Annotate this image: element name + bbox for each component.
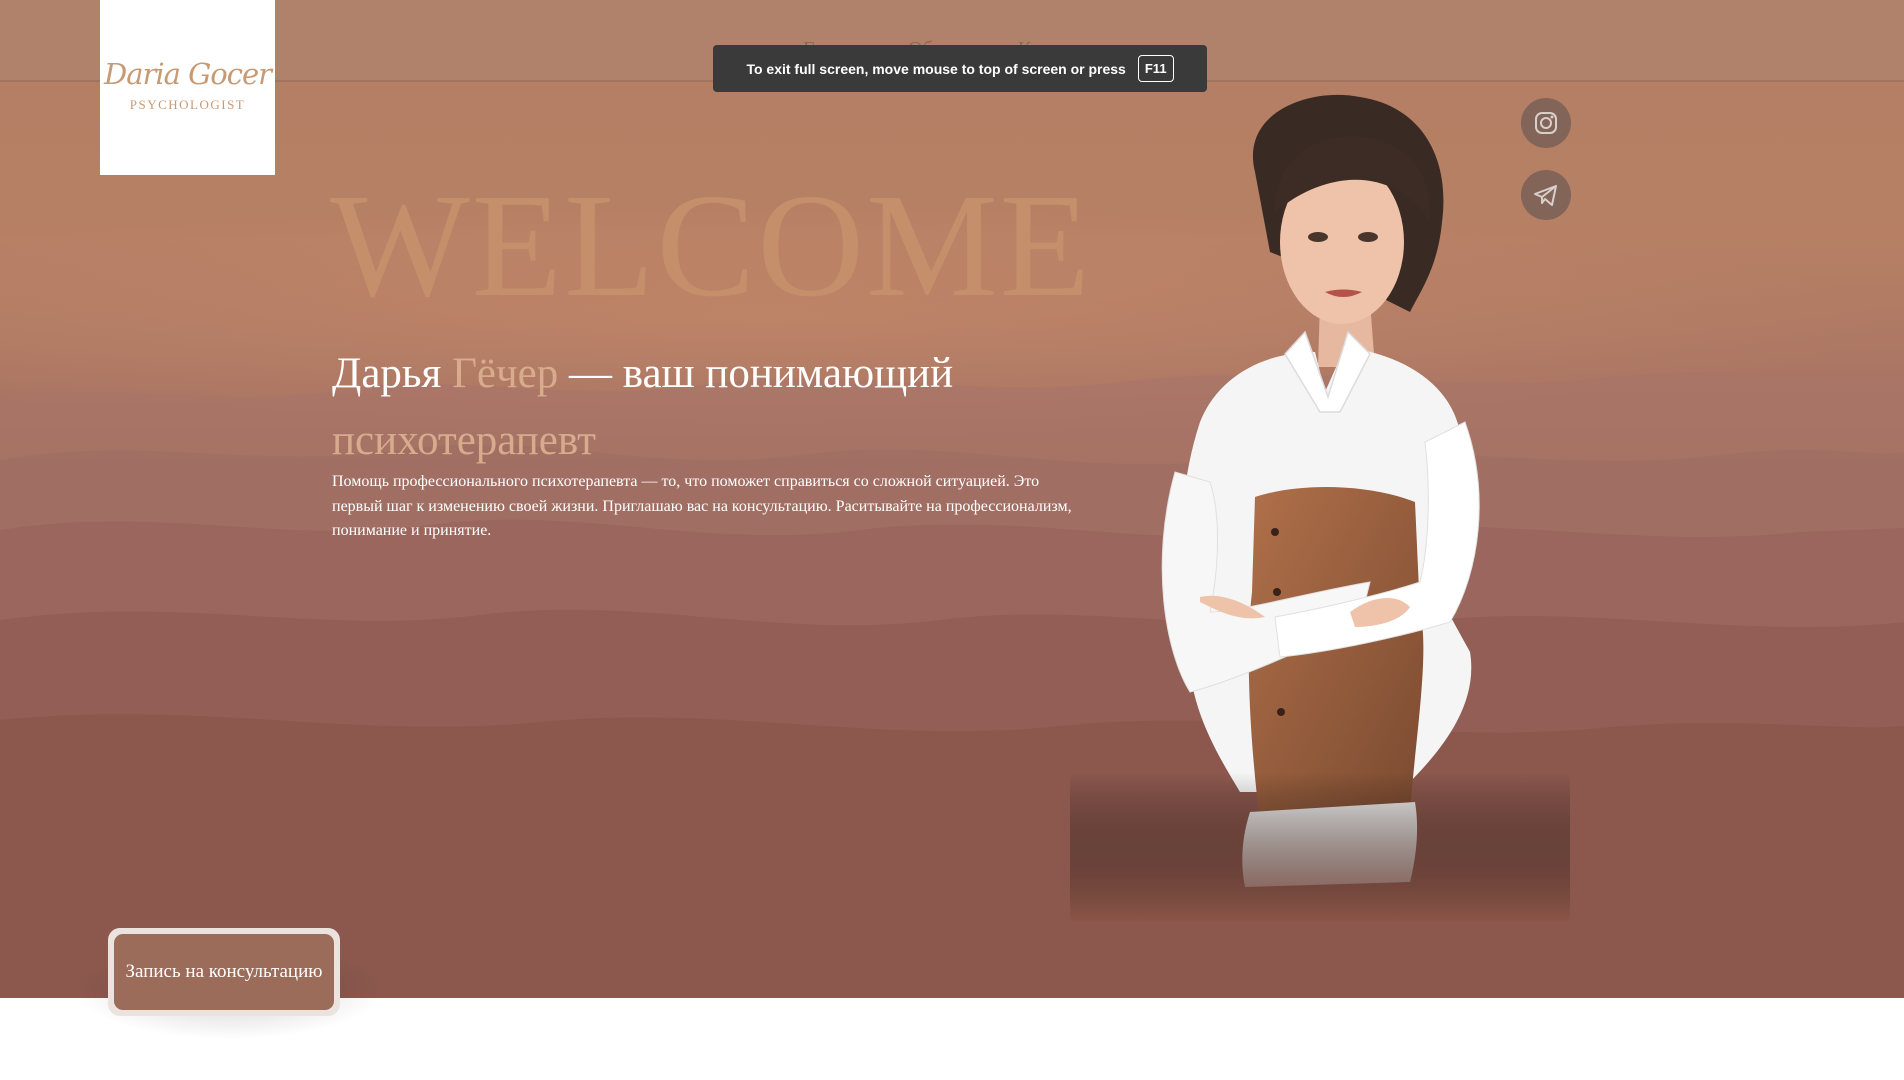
headline-name: Дарья [332,350,453,397]
cta-label: Запись на консультацию [114,934,334,1010]
fullscreen-key-badge: F11 [1137,55,1174,82]
fullscreen-notice-text: To exit full screen, move mouse to top o… [746,60,1126,77]
fullscreen-exit-notice: To exit full screen, move mouse to top o… [713,45,1207,92]
hero-description: Помощь профессионального психотерапевта … [332,473,1072,539]
book-consultation-button[interactable]: Запись на консультацию [108,928,340,1016]
headline-surname: Гёчер [452,350,559,397]
psychologist-portrait [1070,92,1570,922]
welcome-heading: WELCOME [330,164,1093,328]
instagram-button[interactable] [1521,98,1571,148]
headline-middle: — ваш понимающий [558,350,954,397]
telegram-icon [1534,185,1557,206]
headline-profession: психотерапевт [332,417,596,464]
instagram-icon [1535,112,1557,134]
logo-signature: Daria Gocer [103,56,272,91]
logo-subtitle: PSYCHOLOGIST [129,96,246,112]
hero-headline: Дарья Гёчер — ваш понимающий психотерапе… [332,340,1092,474]
telegram-button[interactable] [1521,170,1571,220]
site-logo[interactable]: Daria Gocer PSYCHOLOGIST [100,0,275,175]
